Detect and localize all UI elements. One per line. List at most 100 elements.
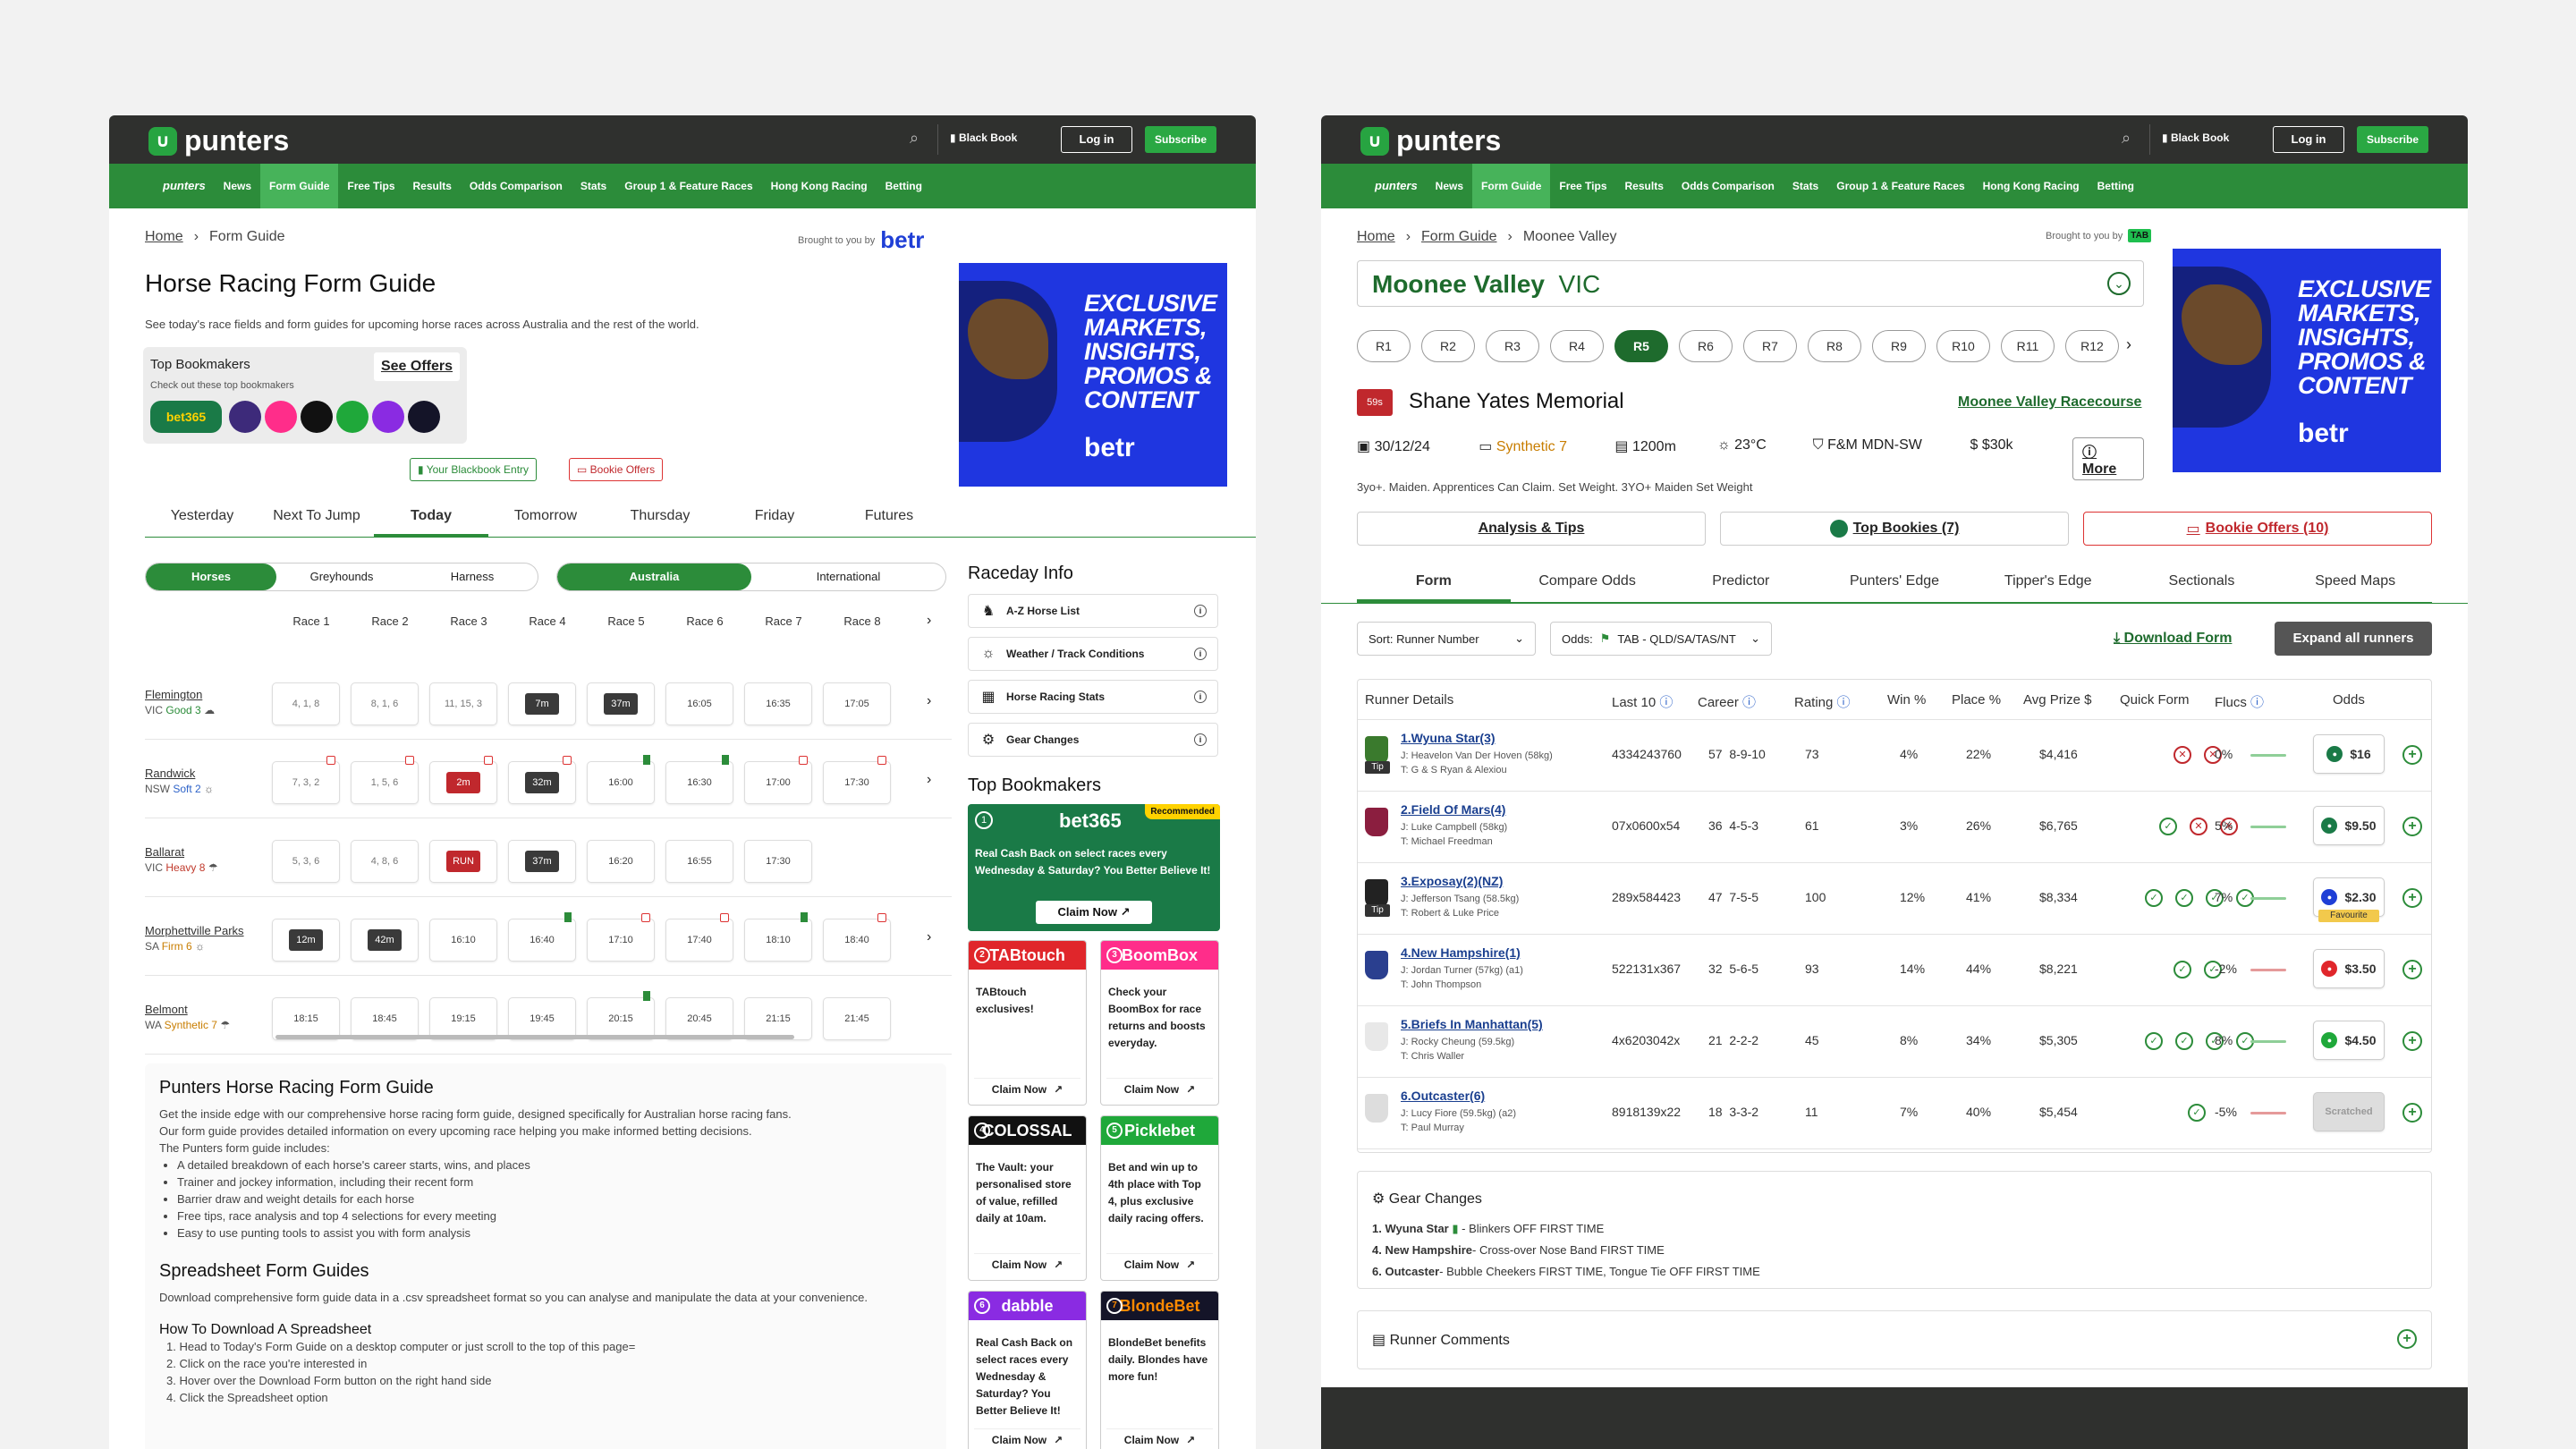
chevron-right-icon[interactable]: › bbox=[927, 693, 931, 709]
trainer-name[interactable]: T: G & S Ryan & Alexiou bbox=[1401, 765, 1507, 775]
tab-punters-edge[interactable]: Punters' Edge bbox=[1818, 566, 1971, 602]
gear-changes-link[interactable]: ⚙ Gear Changes i bbox=[968, 723, 1218, 757]
check-icon[interactable]: ✓ bbox=[2145, 889, 2163, 907]
col-avg-prize[interactable]: Avg Prize $ bbox=[2023, 692, 2091, 708]
bookie-logo-2[interactable] bbox=[229, 401, 261, 433]
odds-button[interactable]: ● $9.50 bbox=[2313, 806, 2385, 845]
nav-stats[interactable]: Stats bbox=[1784, 164, 1827, 208]
jockey-name[interactable]: J: Jefferson Tsang (58.5kg) bbox=[1401, 894, 1519, 904]
add-runner-plus-icon[interactable]: + bbox=[2402, 1103, 2422, 1123]
race-cell[interactable]: 16:30 bbox=[665, 755, 733, 804]
jockey-name[interactable]: J: Jordan Turner (57kg) (a1) bbox=[1401, 965, 1523, 976]
bookie-card-bet365[interactable]: 1 bet365 Recommended Real Cash Back on s… bbox=[968, 804, 1220, 931]
race-cell[interactable]: 17:10 bbox=[587, 913, 655, 962]
race-button[interactable]: R8 bbox=[1808, 330, 1861, 362]
race-cell[interactable]: 17:30 bbox=[823, 756, 891, 804]
tab-today[interactable]: Today bbox=[374, 501, 488, 537]
add-runner-plus-icon[interactable]: + bbox=[2402, 960, 2422, 979]
race-cell[interactable]: 16:55 bbox=[665, 840, 733, 883]
expand-plus-icon[interactable]: + bbox=[2397, 1329, 2417, 1349]
check-icon[interactable]: ✓ bbox=[2188, 1104, 2206, 1122]
chevron-right-icon[interactable]: › bbox=[927, 613, 931, 629]
trainer-name[interactable]: T: Paul Murray bbox=[1401, 1123, 1464, 1133]
check-icon[interactable]: ✓ bbox=[2174, 961, 2191, 979]
runner-name[interactable]: 6.Outcaster(6) bbox=[1401, 1089, 1485, 1103]
chevron-right-icon[interactable]: › bbox=[927, 929, 931, 945]
bet365-badge[interactable]: bet365 bbox=[150, 401, 222, 433]
race-cell[interactable]: 21:45 bbox=[823, 997, 891, 1040]
odds-select[interactable]: Odds: ⚑ TAB - QLD/SA/TAS/NT ⌄ bbox=[1550, 622, 1772, 656]
check-icon[interactable]: ✓ bbox=[2175, 889, 2193, 907]
seg-australia[interactable]: Australia bbox=[557, 564, 751, 590]
claim-now-button[interactable]: Claim Now ↗ bbox=[1036, 901, 1152, 924]
blackbook-entry-button[interactable]: ▮ Your Blackbook Entry bbox=[410, 458, 538, 481]
race-button[interactable]: R12 bbox=[2065, 330, 2119, 362]
runner-row[interactable]: 2.Field Of Mars(4) J: Luke Campbell (58kg… bbox=[1358, 792, 2431, 863]
nav-results[interactable]: Results bbox=[1616, 164, 1673, 208]
track-name[interactable]: Flemington bbox=[145, 688, 202, 701]
bookie-offers-button[interactable]: ▭ Bookie Offers (10) bbox=[2083, 512, 2432, 546]
tab-tomorrow[interactable]: Tomorrow bbox=[488, 501, 603, 537]
see-offers-button[interactable]: See Offers bbox=[374, 352, 460, 381]
subscribe-button[interactable]: Subscribe bbox=[2357, 126, 2428, 153]
col-place[interactable]: Place % bbox=[1952, 692, 2001, 708]
race-button[interactable]: R3 bbox=[1486, 330, 1539, 362]
race-cell[interactable]: 20:45 bbox=[665, 997, 733, 1040]
nav-betting[interactable]: Betting bbox=[2089, 164, 2143, 208]
trainer-name[interactable]: T: Robert & Luke Price bbox=[1401, 908, 1499, 919]
search-icon[interactable]: ⌕ bbox=[903, 129, 925, 150]
breadcrumb-home[interactable]: Home bbox=[145, 229, 183, 245]
race-cell[interactable]: 8, 1, 6 bbox=[351, 682, 419, 725]
betr-advert[interactable]: EXCLUSIVE MARKETS, INSIGHTS, PROMOS & CONTEN… bbox=[2173, 249, 2441, 472]
runner-name[interactable]: 1.Wyuna Star(3) bbox=[1401, 731, 1496, 745]
race-cell[interactable]: 19:15 bbox=[429, 997, 497, 1040]
race-cell[interactable]: 18:15 bbox=[272, 997, 340, 1040]
horizontal-scrollbar[interactable] bbox=[275, 1035, 794, 1039]
race-button[interactable]: R11 bbox=[2001, 330, 2055, 362]
betr-advert[interactable]: EXCLUSIVE MARKETS, INSIGHTS, PROMOS & CONTEN… bbox=[959, 263, 1227, 487]
race-cell[interactable]: 18:45 bbox=[351, 997, 419, 1040]
bookie-logo-6[interactable] bbox=[372, 401, 404, 433]
race-cell[interactable]: 37m bbox=[508, 840, 576, 883]
chevron-right-icon[interactable]: › bbox=[2126, 335, 2131, 354]
download-form-button[interactable]: ⤓ Download Form bbox=[2114, 631, 2232, 647]
nav-free-tips[interactable]: Free Tips bbox=[338, 164, 403, 208]
analysis-tips-button[interactable]: Analysis & Tips bbox=[1357, 512, 1706, 546]
subscribe-button[interactable]: Subscribe bbox=[1145, 126, 1216, 153]
nav-hong-kong[interactable]: Hong Kong Racing bbox=[1974, 164, 2089, 208]
race-cell[interactable]: 16:35 bbox=[744, 682, 812, 725]
tab-thursday[interactable]: Thursday bbox=[603, 501, 717, 537]
odds-button[interactable]: ● $16 bbox=[2313, 734, 2385, 774]
race-cell[interactable]: 17:40 bbox=[665, 913, 733, 962]
bookie-logo-5[interactable] bbox=[336, 401, 369, 433]
race-cell[interactable]: 4, 1, 8 bbox=[272, 682, 340, 725]
search-icon[interactable]: ⌕ bbox=[2115, 129, 2137, 150]
track-name[interactable]: Belmont bbox=[145, 1003, 188, 1016]
check-icon[interactable]: ✓ bbox=[2159, 818, 2177, 835]
add-runner-plus-icon[interactable]: + bbox=[2402, 817, 2422, 836]
race-button-active[interactable]: R5 bbox=[1614, 330, 1668, 362]
jockey-name[interactable]: J: Luke Campbell (58kg) bbox=[1401, 822, 1507, 833]
race-cell[interactable]: 16:05 bbox=[665, 682, 733, 725]
race-button[interactable]: R9 bbox=[1872, 330, 1926, 362]
col-win[interactable]: Win % bbox=[1887, 692, 1926, 708]
race-cell[interactable]: 37m bbox=[587, 682, 655, 725]
black-book-link[interactable]: ▮ Black Book bbox=[950, 131, 1017, 144]
runner-comments-card[interactable]: ▤ Runner Comments + bbox=[1357, 1310, 2432, 1369]
check-icon[interactable]: ✓ bbox=[2145, 1032, 2163, 1050]
nav-hong-kong[interactable]: Hong Kong Racing bbox=[762, 164, 877, 208]
nav-betting[interactable]: Betting bbox=[877, 164, 931, 208]
add-runner-plus-icon[interactable]: + bbox=[2402, 1031, 2422, 1051]
race-cell[interactable]: 16:40 bbox=[508, 912, 576, 962]
race-button[interactable]: R10 bbox=[1936, 330, 1990, 362]
runner-name[interactable]: 5.Briefs In Manhattan(5) bbox=[1401, 1017, 1543, 1031]
breadcrumb-form-guide[interactable]: Form Guide bbox=[1421, 229, 1496, 245]
bookie-card-tabtouch[interactable]: 2 TABtouch TABtouch exclusives! Claim Now… bbox=[968, 940, 1087, 1106]
race-button[interactable]: R7 bbox=[1743, 330, 1797, 362]
seg-greyhounds[interactable]: Greyhounds bbox=[276, 564, 407, 590]
expand-all-button[interactable]: Expand all runners bbox=[2275, 622, 2432, 656]
nav-news[interactable]: News bbox=[215, 164, 260, 208]
track-name[interactable]: Morphettville Parks bbox=[145, 924, 244, 937]
race-cell[interactable]: 11, 15, 3 bbox=[429, 682, 497, 725]
nav-group1[interactable]: Group 1 & Feature Races bbox=[1827, 164, 1973, 208]
